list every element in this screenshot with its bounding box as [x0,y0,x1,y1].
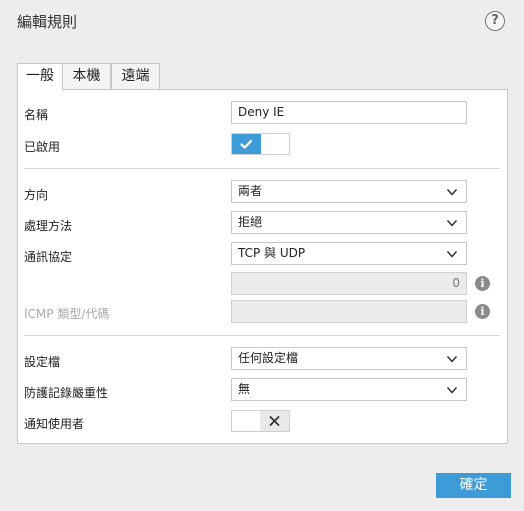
log-severity-value: 無 [238,382,251,396]
action-value: 拒絕 [238,215,263,229]
profile-select[interactable]: 任何設定檔 [231,347,467,370]
dialog-title: 編輯規則 [17,13,78,31]
close-icon [269,416,280,426]
toggle-off-segment [260,411,289,431]
info-icon[interactable]: i [475,276,490,291]
chevron-down-icon [446,355,458,363]
checkmark-icon [240,139,253,149]
icmp-label: ICMP 類型/代碼 [24,307,110,321]
toggle-on-segment [232,134,261,154]
name-label: 名稱 [24,108,49,122]
profile-value: 任何設定檔 [238,351,299,365]
chevron-down-icon [446,386,458,394]
icmp-input [231,300,467,323]
tab-local[interactable]: 本機 [62,63,111,89]
direction-value: 兩者 [238,184,263,198]
log-severity-select[interactable]: 無 [231,378,467,401]
section-divider [24,335,500,336]
info-icon[interactable]: i [475,304,490,319]
action-select[interactable]: 拒絕 [231,211,467,234]
protocol-select[interactable]: TCP 與 UDP [231,242,467,265]
section-divider [24,168,500,169]
chevron-down-icon [446,188,458,196]
profile-label: 設定檔 [24,355,61,369]
protocol-value: TCP 與 UDP [238,246,306,260]
action-label: 處理方法 [24,219,73,233]
enabled-toggle[interactable] [231,133,290,155]
tab-remote[interactable]: 遠端 [111,63,160,89]
notify-user-toggle[interactable] [231,410,290,432]
protocol-label: 通訊協定 [24,250,73,264]
direction-select[interactable]: 兩者 [231,180,467,203]
enabled-label: 已啟用 [24,140,61,154]
protocol-number-input: 0 [231,272,467,295]
chevron-down-icon [446,219,458,227]
direction-label: 方向 [24,188,49,202]
chevron-down-icon [446,250,458,258]
notify-user-label: 通知使用者 [24,417,85,431]
name-input[interactable]: Deny IE [231,101,467,124]
tab-general[interactable]: 一般 [17,63,63,91]
ok-button[interactable]: 確定 [436,473,511,498]
title-bar: 編輯規則 ? [0,0,524,44]
help-icon[interactable]: ? [485,11,505,31]
log-severity-label: 防護記錄嚴重性 [24,386,109,400]
